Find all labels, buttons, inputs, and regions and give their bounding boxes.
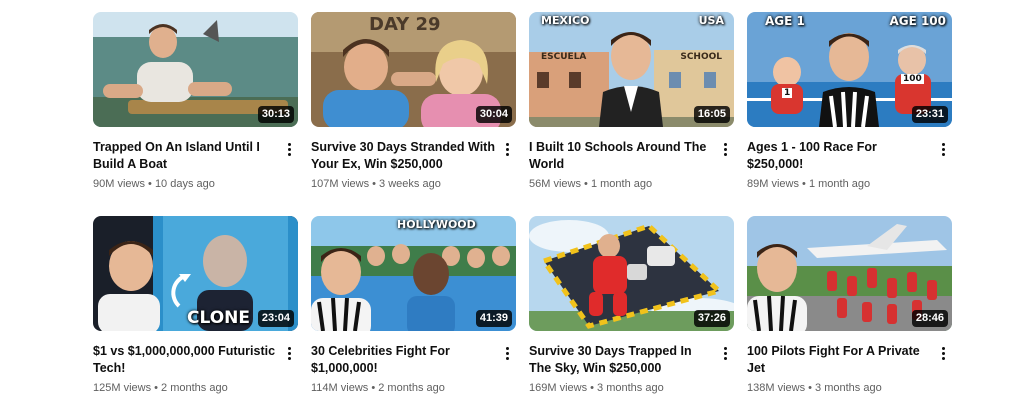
video-title[interactable]: Trapped On An Island Until I Build A Boa…: [93, 139, 278, 173]
thumbnail-bib-right: 100: [901, 74, 924, 84]
upload-age: 2 months ago: [161, 382, 228, 394]
view-count: 107M views: [311, 178, 370, 190]
thumbnail-overlay-right: USA: [698, 14, 724, 27]
upload-age: 3 months ago: [815, 382, 882, 394]
thumbnail-overlay-left: AGE 1: [765, 14, 805, 28]
video-title[interactable]: Ages 1 - 100 Race For $250,000!: [747, 139, 932, 173]
video-thumbnail[interactable]: MEXICO USA ESCUELA SCHOOL 16:05: [529, 12, 734, 127]
video-card[interactable]: HOLLYWOOD 41:39 30 Celebrities Fight For…: [311, 216, 516, 412]
more-options-icon[interactable]: [500, 139, 514, 159]
video-card[interactable]: 37:26 Survive 30 Days Trapped In The Sky…: [529, 216, 734, 412]
video-stats: 107M views • 3 weeks ago: [311, 178, 441, 190]
video-title[interactable]: Survive 30 Days Stranded With Your Ex, W…: [311, 139, 496, 173]
video-duration: 28:46: [911, 310, 948, 327]
video-card[interactable]: DAY 29 30:04 Survive 30 Days Stranded Wi…: [311, 12, 516, 208]
video-thumbnail[interactable]: DAY 29 30:04: [311, 12, 516, 127]
more-options-icon[interactable]: [282, 343, 296, 363]
upload-age: 3 weeks ago: [379, 178, 441, 190]
video-duration: 23:04: [257, 310, 294, 327]
video-duration: 16:05: [693, 106, 730, 123]
video-card[interactable]: AGE 1 AGE 100 1 100 23:31 Ages 1 - 100 R…: [747, 12, 952, 208]
thumbnail-sign-right: SCHOOL: [680, 52, 722, 62]
thumbnail-overlay-text: HOLLYWOOD: [397, 218, 476, 231]
thumbnail-overlay-right: AGE 100: [889, 14, 946, 28]
more-options-icon[interactable]: [718, 139, 732, 159]
view-count: 114M views: [311, 382, 369, 394]
upload-age: 3 months ago: [597, 382, 664, 394]
video-thumbnail[interactable]: 30:13: [93, 12, 298, 127]
video-card[interactable]: 30:13 Trapped On An Island Until I Build…: [93, 12, 298, 208]
video-title[interactable]: 30 Celebrities Fight For $1,000,000!: [311, 343, 496, 377]
video-title[interactable]: 100 Pilots Fight For A Private Jet: [747, 343, 932, 377]
video-thumbnail[interactable]: CLONE 23:04: [93, 216, 298, 331]
video-title[interactable]: $1 vs $1,000,000,000 Futuristic Tech!: [93, 343, 278, 377]
video-title[interactable]: I Built 10 Schools Around The World: [529, 139, 714, 173]
video-thumbnail[interactable]: HOLLYWOOD 41:39: [311, 216, 516, 331]
video-grid: 30:13 Trapped On An Island Until I Build…: [93, 12, 952, 412]
view-count: 125M views: [93, 382, 152, 394]
thumbnail-bib-left: 1: [782, 88, 793, 98]
video-card[interactable]: CLONE 23:04 $1 vs $1,000,000,000 Futuris…: [93, 216, 298, 412]
thumbnail-overlay-text: CLONE: [187, 308, 250, 328]
video-card[interactable]: MEXICO USA ESCUELA SCHOOL 16:05 I Built …: [529, 12, 734, 208]
video-title[interactable]: Survive 30 Days Trapped In The Sky, Win …: [529, 343, 714, 377]
thumbnail-overlay-text: DAY 29: [369, 14, 441, 35]
upload-age: 10 days ago: [154, 178, 215, 190]
upload-age: 1 month ago: [590, 178, 653, 190]
video-duration: 37:26: [693, 310, 730, 327]
video-stats: 90M views • 10 days ago: [93, 178, 215, 190]
upload-age: 2 months ago: [378, 382, 445, 394]
video-stats: 125M views • 2 months ago: [93, 382, 228, 394]
video-card[interactable]: 28:46 100 Pilots Fight For A Private Jet…: [747, 216, 952, 412]
more-options-icon[interactable]: [500, 343, 514, 363]
video-thumbnail[interactable]: AGE 1 AGE 100 1 100 23:31: [747, 12, 952, 127]
video-stats: 89M views • 1 month ago: [747, 178, 871, 190]
video-duration: 23:31: [911, 106, 948, 123]
more-options-icon[interactable]: [718, 343, 732, 363]
video-stats: 56M views • 1 month ago: [529, 178, 653, 190]
video-thumbnail[interactable]: 28:46: [747, 216, 952, 331]
view-count: 138M views: [747, 382, 806, 394]
video-stats: 114M views • 2 months ago: [311, 382, 445, 394]
view-count: 89M views: [747, 178, 799, 190]
video-duration: 41:39: [475, 310, 512, 327]
video-stats: 169M views • 3 months ago: [529, 382, 664, 394]
view-count: 56M views: [529, 178, 581, 190]
thumbnail-overlay-left: MEXICO: [541, 14, 590, 27]
more-options-icon[interactable]: [936, 139, 950, 159]
video-duration: 30:04: [475, 106, 512, 123]
view-count: 169M views: [529, 382, 588, 394]
video-stats: 138M views • 3 months ago: [747, 382, 882, 394]
video-duration: 30:13: [257, 106, 294, 123]
more-options-icon[interactable]: [936, 343, 950, 363]
more-options-icon[interactable]: [282, 139, 296, 159]
view-count: 90M views: [93, 178, 145, 190]
upload-age: 1 month ago: [808, 178, 871, 190]
thumbnail-sign-left: ESCUELA: [541, 52, 587, 62]
video-thumbnail[interactable]: 37:26: [529, 216, 734, 331]
